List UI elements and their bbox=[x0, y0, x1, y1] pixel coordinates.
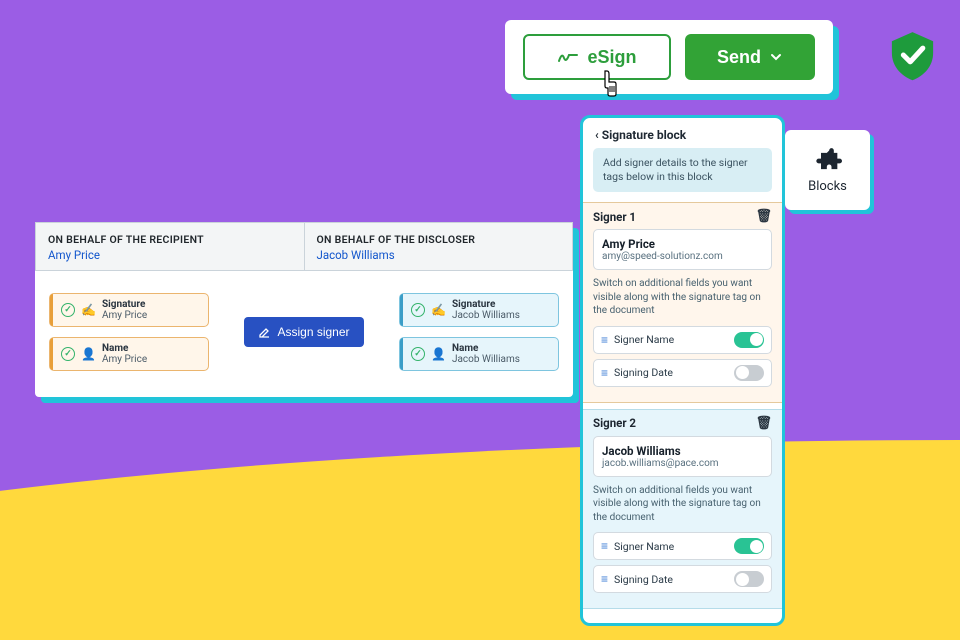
blocks-label: Blocks bbox=[808, 179, 847, 194]
delete-signer-icon[interactable]: 🗑 bbox=[755, 209, 772, 224]
signer-2-block: Signer 2 🗑 Jacob Williams jacob.williams… bbox=[583, 409, 782, 610]
assign-signer-button[interactable]: Assign signer bbox=[244, 317, 363, 347]
send-button[interactable]: Send bbox=[685, 34, 815, 80]
toggle-on[interactable] bbox=[734, 332, 764, 348]
signature-block-panel: Signature block Add signer details to th… bbox=[580, 115, 785, 626]
toggle-off[interactable] bbox=[734, 571, 764, 587]
signature-tag[interactable]: ✍ SignatureAmy Price bbox=[49, 293, 209, 327]
chevron-down-icon bbox=[769, 50, 783, 64]
signing-date-option[interactable]: ≡Signing Date bbox=[593, 565, 772, 593]
signature-icon bbox=[557, 49, 579, 65]
esign-label: eSign bbox=[587, 47, 636, 68]
signer-card[interactable]: Amy Price amy@speed-solutionz.com bbox=[593, 229, 772, 270]
toggle-off[interactable] bbox=[734, 365, 764, 381]
delete-signer-icon[interactable]: 🗑 bbox=[755, 416, 772, 431]
signing-date-option[interactable]: ≡Signing Date bbox=[593, 359, 772, 387]
send-label: Send bbox=[717, 47, 761, 68]
signer-name-option[interactable]: ≡Signer Name bbox=[593, 532, 772, 560]
panel-hint: Add signer details to the signer tags be… bbox=[593, 148, 772, 192]
signer-name-option[interactable]: ≡Signer Name bbox=[593, 326, 772, 354]
recipient-header: ON BEHALF OF THE RECIPIENT Amy Price bbox=[35, 222, 305, 271]
discloser-header: ON BEHALF OF THE DISCLOSER Jacob William… bbox=[305, 222, 574, 271]
blocks-card[interactable]: Blocks bbox=[785, 130, 870, 210]
back-link[interactable]: Signature block bbox=[583, 128, 782, 148]
toggle-on[interactable] bbox=[734, 538, 764, 554]
name-tag[interactable]: 👤 NameJacob Williams bbox=[399, 337, 559, 371]
signer-card[interactable]: Jacob Williams jacob.williams@pace.com bbox=[593, 436, 772, 477]
action-bar: eSign Send bbox=[505, 20, 833, 94]
puzzle-icon bbox=[814, 147, 842, 175]
name-tag[interactable]: 👤 NameAmy Price bbox=[49, 337, 209, 371]
shield-icon bbox=[885, 25, 940, 85]
cursor-icon bbox=[597, 68, 625, 98]
edit-icon bbox=[258, 326, 271, 339]
signer-1-block: Signer 1 🗑 Amy Price amy@speed-solutionz… bbox=[583, 202, 782, 403]
document-panel: ON BEHALF OF THE RECIPIENT Amy Price ON … bbox=[35, 222, 573, 397]
signature-tag[interactable]: ✍ SignatureJacob Williams bbox=[399, 293, 559, 327]
esign-button[interactable]: eSign bbox=[523, 34, 671, 80]
